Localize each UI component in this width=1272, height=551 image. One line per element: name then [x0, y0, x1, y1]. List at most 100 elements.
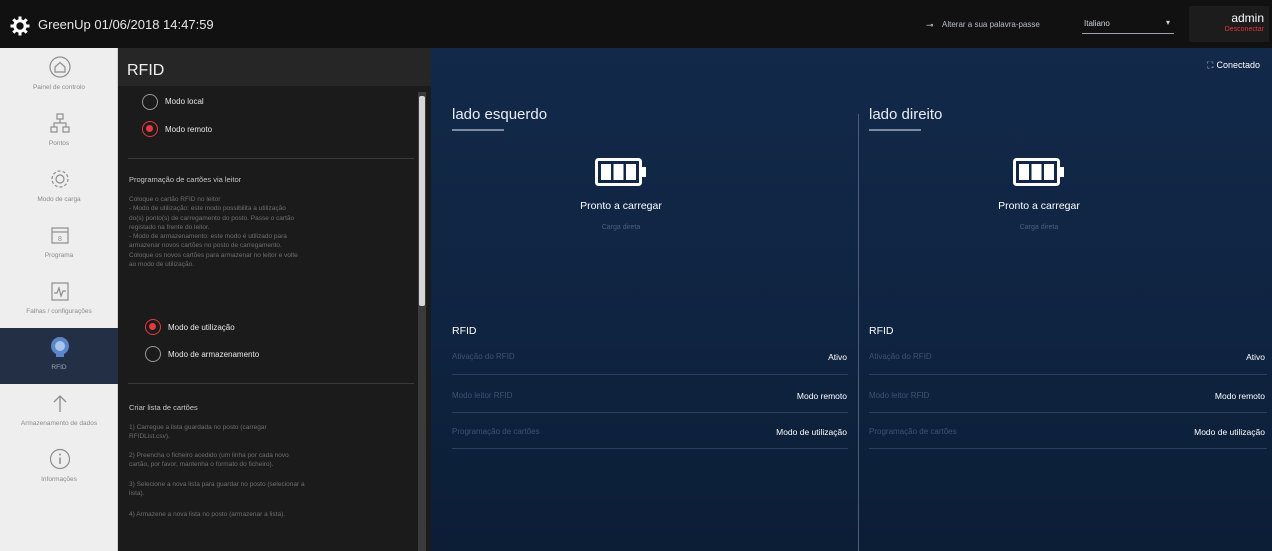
radio-use-label: Modo de utilização [168, 323, 235, 332]
radio-store-mode[interactable] [145, 346, 161, 362]
datetime: 01/06/2018 14:47:59 [94, 17, 214, 32]
radio-remote-mode[interactable] [142, 121, 158, 137]
gear-icon[interactable] [10, 16, 30, 36]
left-reader-mode-label: Modo leitor RFID [452, 391, 513, 400]
network-icon [50, 113, 70, 133]
sidebar-item-label: Modo de carga [37, 196, 81, 203]
sidebar-item-rfid[interactable]: RFID [0, 328, 118, 384]
text-line: ao modo de utilização. [129, 261, 195, 269]
left-charge-mode: Carga direta [601, 224, 641, 231]
gear-icon [51, 170, 69, 188]
right-card-programming-value: Modo de utilização [1194, 427, 1265, 437]
text-line: do(s) ponto(s) de carregamento do posto.… [129, 214, 295, 222]
language-select[interactable]: Italiano ▾ [1082, 14, 1174, 34]
logout-link[interactable]: Desconectar [1225, 26, 1264, 33]
left-side-title: lado esquerdo [452, 106, 548, 123]
rfid-badge-icon [51, 337, 69, 357]
panel-header [118, 48, 431, 86]
divider [869, 374, 1267, 375]
main-content: ⛶ Conectado lado esquerdo Pronto a carreg… [431, 48, 1272, 551]
panel-title: RFID [127, 62, 165, 79]
rfid-panel: RFID Modo local Modo remoto Programação … [118, 48, 431, 551]
scrollbar-thumb[interactable] [419, 96, 425, 306]
text-line: registado na frente do leitor. [129, 223, 210, 231]
connection-label: Conectado [1216, 60, 1260, 70]
left-rfid-title: RFID [452, 325, 477, 337]
right-rfid-activation-value: Ativo [1246, 352, 1265, 362]
key-icon: ⊸ [926, 20, 934, 30]
language-select-value: Italiano [1084, 19, 1110, 28]
network-icon: ⛶ [1207, 60, 1214, 70]
text-line: Coloque os novos cartões para armazenar … [129, 251, 298, 259]
radio-use-mode[interactable] [145, 319, 161, 335]
top-bar: GreenUp 01/06/2018 14:47:59 ⊸ Alterar a … [0, 0, 1272, 48]
text-line: 4) Armazene a nova lista no posto (armaz… [129, 511, 286, 518]
list-step: 3) Selecione a nova lista para guardar n… [129, 480, 415, 499]
connection-status: ⛶ Conectado [1207, 60, 1260, 71]
left-charge-state: Pronto a carregar [580, 200, 662, 212]
divider [452, 374, 848, 375]
sidebar-item-label: Armazenamento de dados [20, 420, 98, 427]
left-reader-mode-value: Modo remoto [796, 391, 847, 401]
right-reader-mode-label: Modo leitor RFID [869, 391, 930, 400]
divider [869, 412, 1267, 413]
section-list-title: Criar lista de cartões [129, 403, 198, 412]
battery-icon [1013, 158, 1064, 186]
list-step: 4) Armazene a nova lista no posto (armaz… [129, 510, 415, 519]
radio-store-label: Modo de armazenamento [168, 350, 260, 359]
text-line: lista). [129, 490, 145, 498]
text-line: - Modo de armazenamento: este modo é uti… [129, 233, 287, 241]
list-step: 2) Preencha o ficheiro acedido (um linha… [129, 451, 415, 470]
divider [869, 448, 1267, 449]
sidebar-item-label: Pontos [48, 140, 70, 147]
sidebar-item-label: Programa [44, 252, 74, 259]
divider [128, 158, 414, 159]
text-line: cartão, por favor, mantenha o formato do… [129, 461, 274, 469]
radio-local-mode[interactable] [142, 94, 158, 110]
right-charge-mode: Carga direta [1019, 224, 1059, 231]
change-password-link[interactable]: Alterar a sua palavra-passe [942, 20, 1040, 29]
sidebar-item-program[interactable]: 8 Programa [0, 216, 118, 272]
divider [128, 383, 414, 384]
text-line: 3) Selecione a nova lista para guardar n… [129, 481, 305, 488]
home-icon [49, 56, 71, 78]
chart-icon [51, 282, 69, 301]
right-card-programming-label: Programação de cartões [869, 427, 957, 436]
left-card-programming-value: Modo de utilização [776, 427, 847, 437]
right-rfid-title: RFID [869, 325, 894, 337]
right-charge-state: Pronto a carregar [998, 200, 1080, 212]
upload-arrow-icon [53, 395, 67, 412]
sidebar-item-points[interactable]: Pontos [0, 104, 118, 160]
title-underline [452, 129, 504, 131]
side-divider [858, 114, 859, 551]
info-icon [49, 448, 71, 470]
sidebar: Painel de controlo Pontos Modo de carga … [0, 48, 118, 551]
app-title: GreenUp 01/06/2018 14:47:59 [38, 17, 214, 32]
text-line: - Modo de utilização: este modo possibil… [129, 205, 286, 213]
svg-text:8: 8 [58, 236, 62, 243]
sidebar-item-dashboard[interactable]: Painel de controlo [0, 48, 118, 104]
sidebar-item-info[interactable]: Informações [0, 440, 118, 496]
brand-name: GreenUp [38, 17, 91, 32]
text-line: Coloque o cartão RFID no leitor [129, 196, 221, 203]
text-line: 1) Carregue a lista guardada no posto (c… [129, 424, 267, 431]
sidebar-item-label: Painel de controlo [32, 84, 86, 91]
left-rfid-activation-label: Ativação do RFID [452, 352, 515, 361]
sidebar-item-storage[interactable]: Armazenamento de dados [0, 384, 118, 440]
programming-description: Coloque o cartão RFID no leitor - Modo d… [129, 195, 411, 269]
list-step: 1) Carregue a lista guardada no posto (c… [129, 423, 415, 442]
user-name: admin [1231, 11, 1264, 25]
text-line: 2) Preencha o ficheiro acedido (um linha… [129, 452, 289, 459]
radio-remote-label: Modo remoto [165, 125, 213, 134]
title-underline [869, 129, 921, 131]
user-menu[interactable]: admin Desconectar [1225, 11, 1264, 33]
sidebar-item-charge-mode[interactable]: Modo de carga [0, 160, 118, 216]
calendar-icon: 8 [51, 227, 69, 244]
text-line: RFIDList.csv). [129, 433, 170, 441]
section-programming-title: Programação de cartões via leitor [129, 175, 242, 184]
left-card-programming-label: Programação de cartões [452, 427, 540, 436]
sidebar-item-label: RFID [51, 364, 67, 371]
left-rfid-activation-value: Ativo [828, 352, 847, 362]
sidebar-item-faults[interactable]: Falhas / configurações [0, 272, 118, 328]
text-line: armazenar novos cartões no posto de carr… [129, 242, 282, 250]
